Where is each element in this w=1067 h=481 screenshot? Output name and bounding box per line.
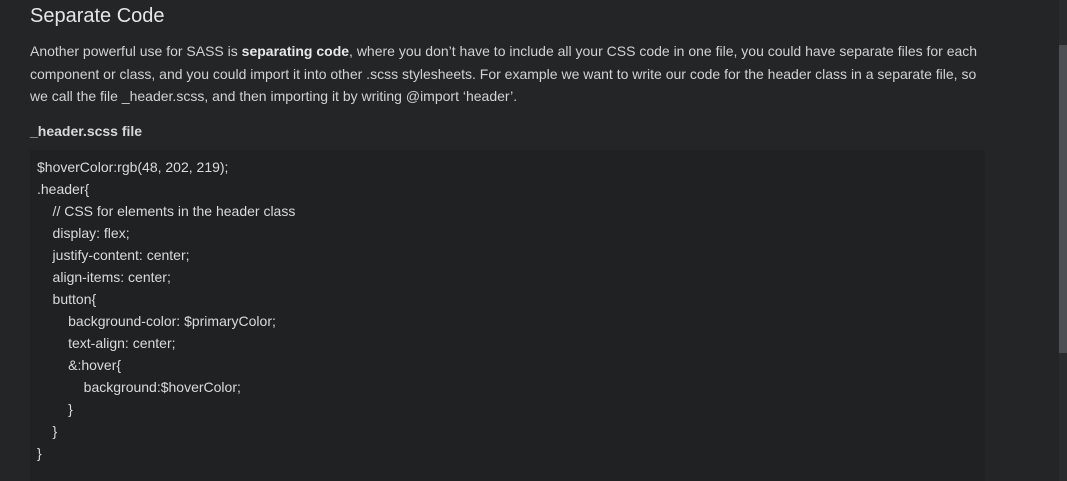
code-line: &:hover{: [37, 357, 122, 373]
code-line: // CSS for elements in the header class: [37, 203, 296, 219]
section-title: Separate Code: [30, 5, 165, 27]
code-line: display: flex;: [37, 225, 130, 241]
code-line: $hoverColor:rgb(48, 202, 219);: [37, 159, 229, 175]
code-line: justify-content: center;: [37, 247, 190, 263]
code-line: text-align: center;: [37, 335, 176, 351]
page-scrollbar-track[interactable]: [1059, 0, 1067, 481]
file-label: _header.scss file: [30, 123, 143, 139]
code-line: }: [37, 423, 58, 439]
code-line: button{: [37, 291, 97, 307]
code-line: }: [37, 401, 73, 417]
paragraph-bold-text: separating code: [241, 43, 350, 59]
code-line: background:$hoverColor;: [37, 379, 241, 395]
paragraph-text-start: Another powerful use for SASS is: [30, 43, 242, 59]
page-scrollbar-thumb[interactable]: [1059, 45, 1067, 353]
code-block[interactable]: $hoverColor:rgb(48, 202, 219); .header{ …: [30, 150, 985, 481]
section-paragraph: Another powerful use for SASS is separat…: [30, 40, 985, 108]
code-line: background-color: $primaryColor;: [37, 313, 276, 329]
code-line: align-items: center;: [37, 269, 171, 285]
code-line: .header{: [37, 181, 90, 197]
code-line: }: [37, 445, 42, 461]
